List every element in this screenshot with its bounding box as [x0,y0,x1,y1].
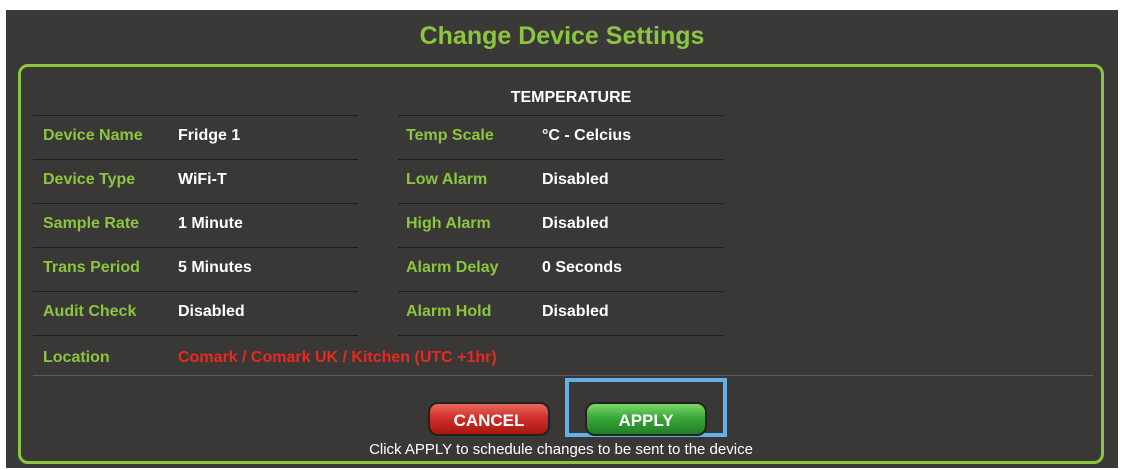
field-label: Temp Scale [406,127,494,144]
divider [33,335,358,336]
settings-panel: TEMPERATURE Device Name Fridge 1 Device … [18,64,1104,464]
field-temp-scale: Temp Scale °C - Celcius [398,115,723,160]
dialog-title: Change Device Settings [419,22,705,50]
field-value[interactable]: Fridge 1 [178,127,240,145]
cancel-button[interactable]: CANCEL [428,402,550,436]
field-label: Trans Period [43,259,140,276]
field-label: Device Type [43,171,136,188]
divider [398,335,723,336]
field-value[interactable]: °C - Celcius [542,127,631,145]
field-audit-check: Audit Check Disabled [33,291,358,336]
location-label: Location [43,349,110,366]
field-label: Sample Rate [43,215,140,232]
field-value[interactable]: 5 Minutes [178,259,252,277]
field-value[interactable]: Disabled [542,171,609,189]
field-label: Low Alarm [406,171,488,188]
field-alarm-delay: Alarm Delay 0 Seconds [398,247,723,292]
field-alarm-hold: Alarm Hold Disabled [398,291,723,336]
field-device-type: Device Type WiFi-T [33,159,358,204]
section-heading: TEMPERATURE [510,89,632,106]
field-value[interactable]: Disabled [178,303,245,321]
field-value[interactable]: WiFi-T [178,171,227,189]
field-low-alarm: Low Alarm Disabled [398,159,723,204]
field-label: Alarm Delay [406,259,499,276]
apply-hint: Click APPLY to schedule changes to be se… [369,441,753,458]
location-value[interactable]: Comark / Comark UK / Kitchen (UTC +1hr) [178,349,497,367]
field-value[interactable]: 1 Minute [178,215,243,233]
field-label: High Alarm [406,215,491,232]
field-value[interactable]: Disabled [542,215,609,233]
field-device-name: Device Name Fridge 1 [33,115,358,160]
field-label: Device Name [43,127,143,144]
field-value[interactable]: 0 Seconds [542,259,622,277]
field-high-alarm: High Alarm Disabled [398,203,723,248]
field-label: Audit Check [43,303,137,320]
settings-dialog: Change Device Settings TEMPERATURE Devic… [6,10,1118,468]
apply-button[interactable]: APPLY [585,402,707,436]
field-trans-period: Trans Period 5 Minutes [33,247,358,292]
divider [33,375,1093,376]
field-sample-rate: Sample Rate 1 Minute [33,203,358,248]
field-label: Alarm Hold [406,303,492,320]
field-value[interactable]: Disabled [542,303,609,321]
